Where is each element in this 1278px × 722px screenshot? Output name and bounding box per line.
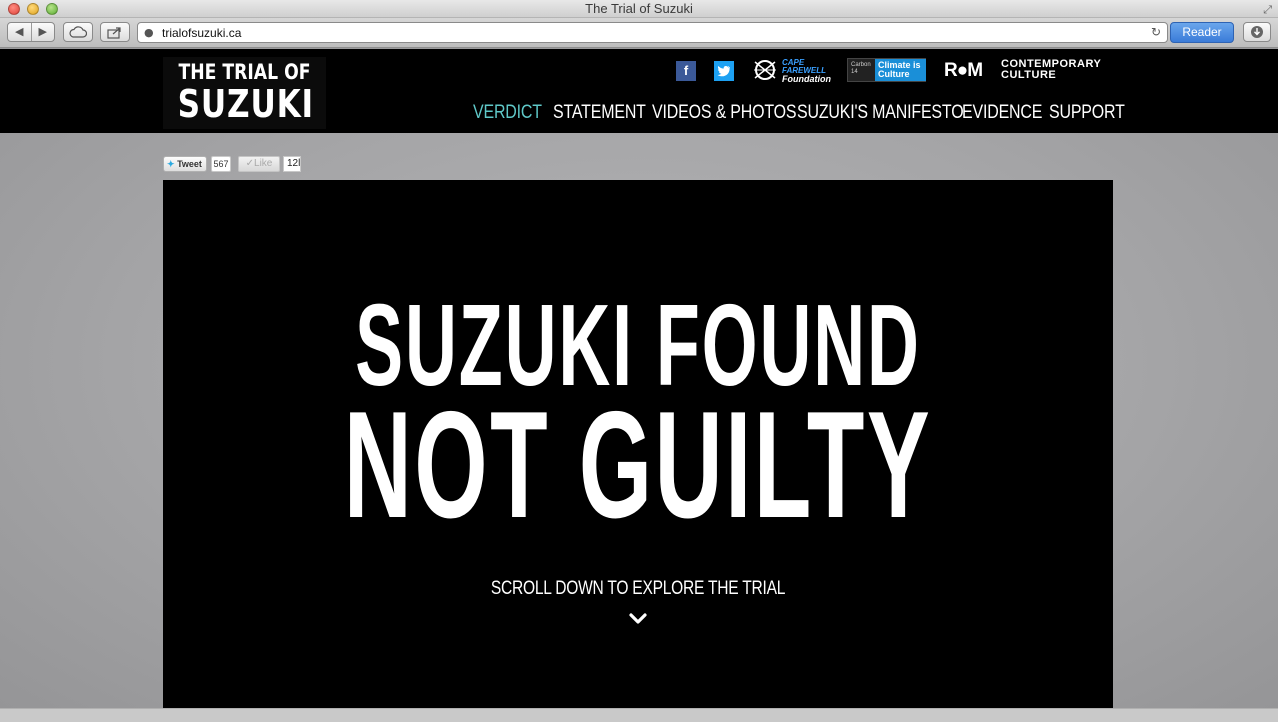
site-header: THE TRIAL OF SUZUKI f CAPE FAREWELL Foun… xyxy=(0,49,1278,133)
browser-toolbar: ◀ ▶ ● trialofsuzuki.ca ↻ Reader xyxy=(0,18,1278,48)
back-icon[interactable]: ◀ xyxy=(8,23,32,41)
chevron-down-icon[interactable] xyxy=(628,612,648,626)
download-icon xyxy=(1251,26,1263,38)
nav-support[interactable]: SUPPORT xyxy=(1049,102,1125,124)
twitter-icon[interactable] xyxy=(714,61,734,81)
downloads-button[interactable] xyxy=(1243,22,1271,42)
share-icon xyxy=(107,27,121,39)
fullscreen-icon[interactable]: ⤢ xyxy=(1263,3,1272,17)
icloud-tabs-button[interactable] xyxy=(63,22,93,42)
address-bar[interactable]: ● trialofsuzuki.ca ↻ xyxy=(137,22,1168,43)
like-count: 12l xyxy=(283,156,301,172)
tweet-label: Tweet xyxy=(177,159,202,169)
nav-evidence[interactable]: EVIDENCE xyxy=(962,102,1042,124)
reader-button[interactable]: Reader xyxy=(1170,22,1234,43)
rom-text-line2: CULTURE xyxy=(1001,69,1057,81)
cloud-icon xyxy=(69,26,88,38)
site-logo[interactable]: THE TRIAL OF SUZUKI xyxy=(163,57,326,129)
twitter-bird-icon: ✦ xyxy=(167,159,175,169)
logo-line2: SUZUKI xyxy=(177,82,314,126)
tweet-button[interactable]: ✦ Tweet xyxy=(163,156,207,172)
tweet-count: 567 xyxy=(211,156,231,172)
window-bottom-edge xyxy=(0,708,1278,722)
window-titlebar: The Trial of Suzuki ⤢ xyxy=(0,0,1278,18)
site-identity-icon[interactable]: ● xyxy=(144,26,154,39)
nav-verdict[interactable]: VERDICT xyxy=(473,102,542,124)
like-check-icon: ✓ xyxy=(245,158,255,169)
cape-farewell-icon xyxy=(754,60,776,80)
nav-suzukis-manifesto[interactable]: SUZUKI'S MANIFESTO xyxy=(797,102,964,124)
hero-headline-line2: NOT GUILTY xyxy=(343,380,933,550)
forward-icon[interactable]: ▶ xyxy=(32,23,55,41)
reload-icon[interactable]: ↻ xyxy=(1151,25,1161,39)
like-label: Like xyxy=(254,158,273,169)
window-title: The Trial of Suzuki xyxy=(585,1,693,16)
facebook-icon[interactable]: f xyxy=(676,61,696,81)
hero-banner: SUZUKI FOUND NOT GUILTY SCROLL DOWN TO E… xyxy=(163,180,1113,708)
like-button[interactable]: ✓Like xyxy=(238,156,280,172)
rom-mark: R●M xyxy=(944,60,983,81)
climate-is-culture-badge: Climate is Culture xyxy=(875,59,926,81)
share-button[interactable] xyxy=(100,22,130,42)
carbon14-label: Carbon 14 xyxy=(851,62,871,75)
cape-farewell-logo[interactable]: CAPE FAREWELL Foundation xyxy=(752,58,832,84)
back-forward-group: ◀ ▶ xyxy=(7,22,55,42)
scroll-prompt[interactable]: SCROLL DOWN TO EXPLORE THE TRIAL xyxy=(249,578,1028,600)
cape-farewell-name: CAPE FAREWELL xyxy=(782,58,826,75)
logo-line1: THE TRIAL OF xyxy=(178,60,311,84)
nav-videos-photos[interactable]: VIDEOS & PHOTOS xyxy=(652,102,797,124)
cape-farewell-foundation: Foundation xyxy=(782,74,831,84)
nav-statement[interactable]: STATEMENT xyxy=(553,102,646,124)
url-text[interactable]: trialofsuzuki.ca xyxy=(162,26,241,40)
carbon14-logo[interactable]: Carbon 14 Climate is Culture xyxy=(847,58,926,82)
